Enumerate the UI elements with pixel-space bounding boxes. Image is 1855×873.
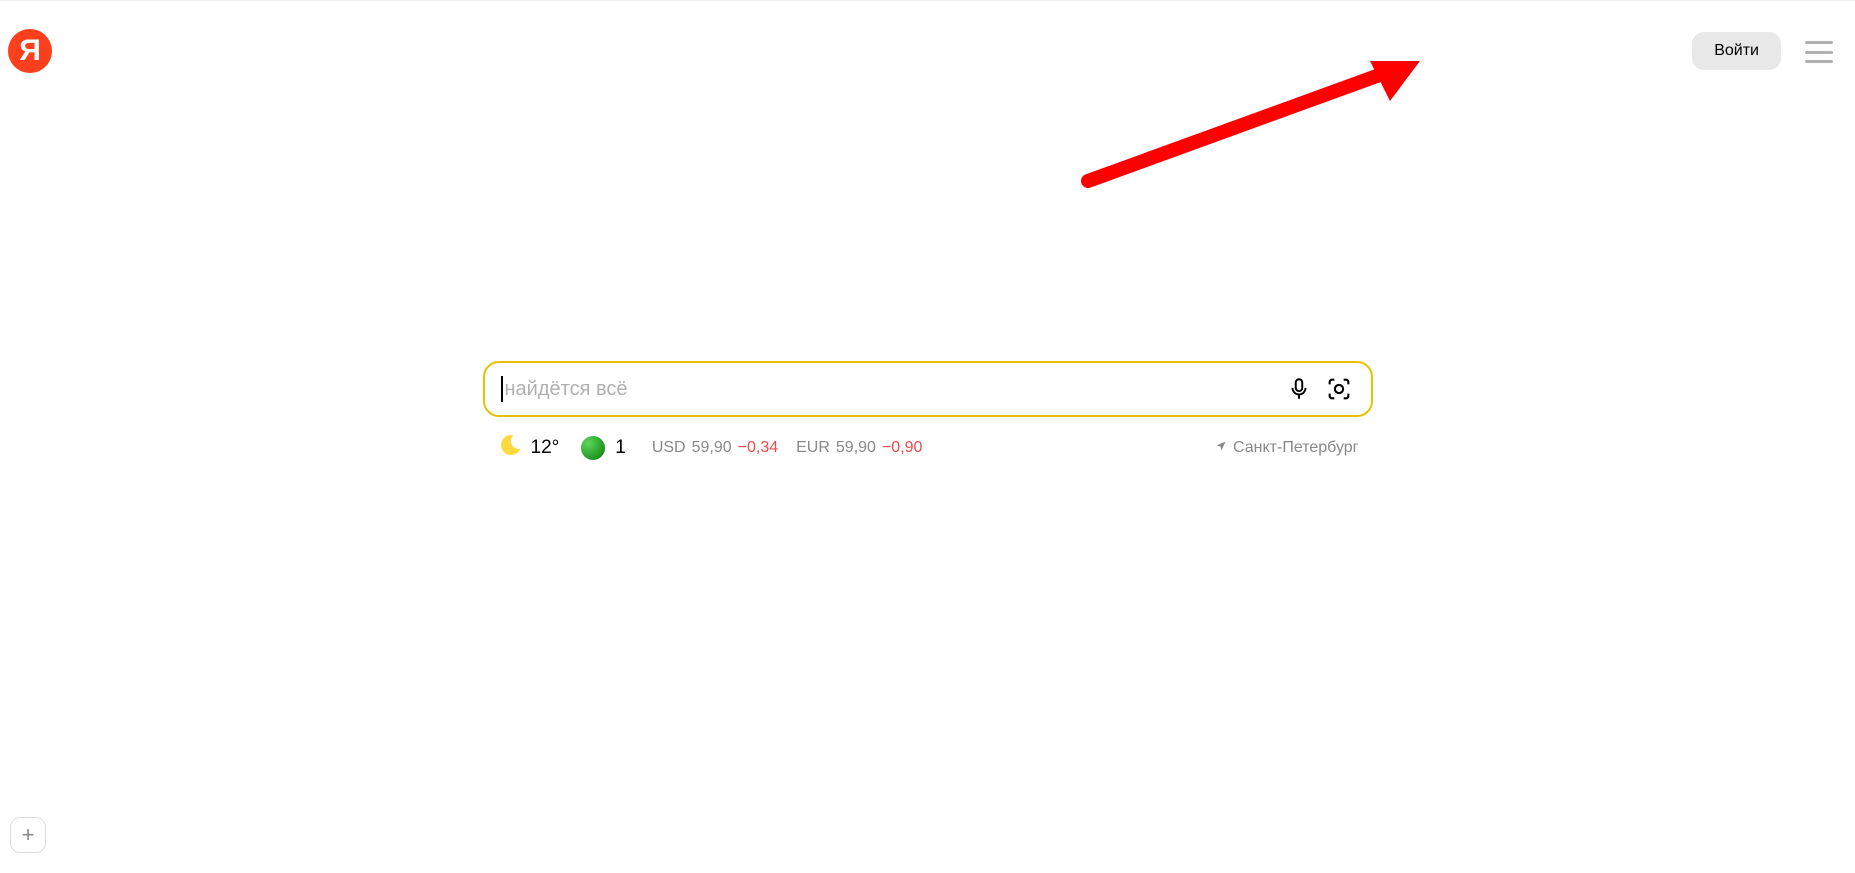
currency-eur[interactable]: EUR 59,90 −0,90 [796, 439, 922, 457]
weather-widget[interactable]: 12° [497, 435, 560, 461]
currency-label: USD [652, 439, 686, 457]
traffic-level: 1 [615, 437, 626, 459]
login-button[interactable]: Войти [1692, 32, 1781, 70]
image-search-icon[interactable] [1323, 373, 1355, 405]
location-widget[interactable]: Санкт-Петербург [1215, 439, 1358, 457]
logo-letter: Я [19, 34, 41, 68]
location-arrow-icon [1215, 439, 1227, 457]
main-content: 12° 1 USD 59,90 −0,34 EUR 59,90 −0,90 Са… [483, 361, 1373, 461]
currency-value: 59,90 [692, 439, 732, 457]
search-box[interactable] [483, 361, 1373, 417]
plus-icon: + [22, 822, 35, 848]
voice-search-icon[interactable] [1283, 373, 1315, 405]
currency-delta: −0,90 [882, 439, 922, 457]
location-name: Санкт-Петербург [1233, 439, 1358, 457]
traffic-light-icon [581, 436, 605, 460]
text-cursor [501, 376, 503, 402]
moon-icon [497, 435, 523, 461]
currency-value: 59,90 [836, 439, 876, 457]
info-bar: 12° 1 USD 59,90 −0,34 EUR 59,90 −0,90 Са… [483, 435, 1373, 461]
login-label: Войти [1714, 42, 1759, 59]
currency-label: EUR [796, 439, 830, 457]
search-input[interactable] [505, 378, 1275, 401]
temperature: 12° [531, 437, 560, 459]
currency-usd[interactable]: USD 59,90 −0,34 [652, 439, 778, 457]
annotation-arrow [1070, 51, 1430, 211]
traffic-widget[interactable]: 1 [581, 436, 626, 460]
add-button[interactable]: + [10, 817, 46, 853]
hamburger-menu-icon[interactable] [1805, 41, 1833, 63]
currency-delta: −0,34 [738, 439, 778, 457]
yandex-logo[interactable]: Я [8, 29, 52, 73]
